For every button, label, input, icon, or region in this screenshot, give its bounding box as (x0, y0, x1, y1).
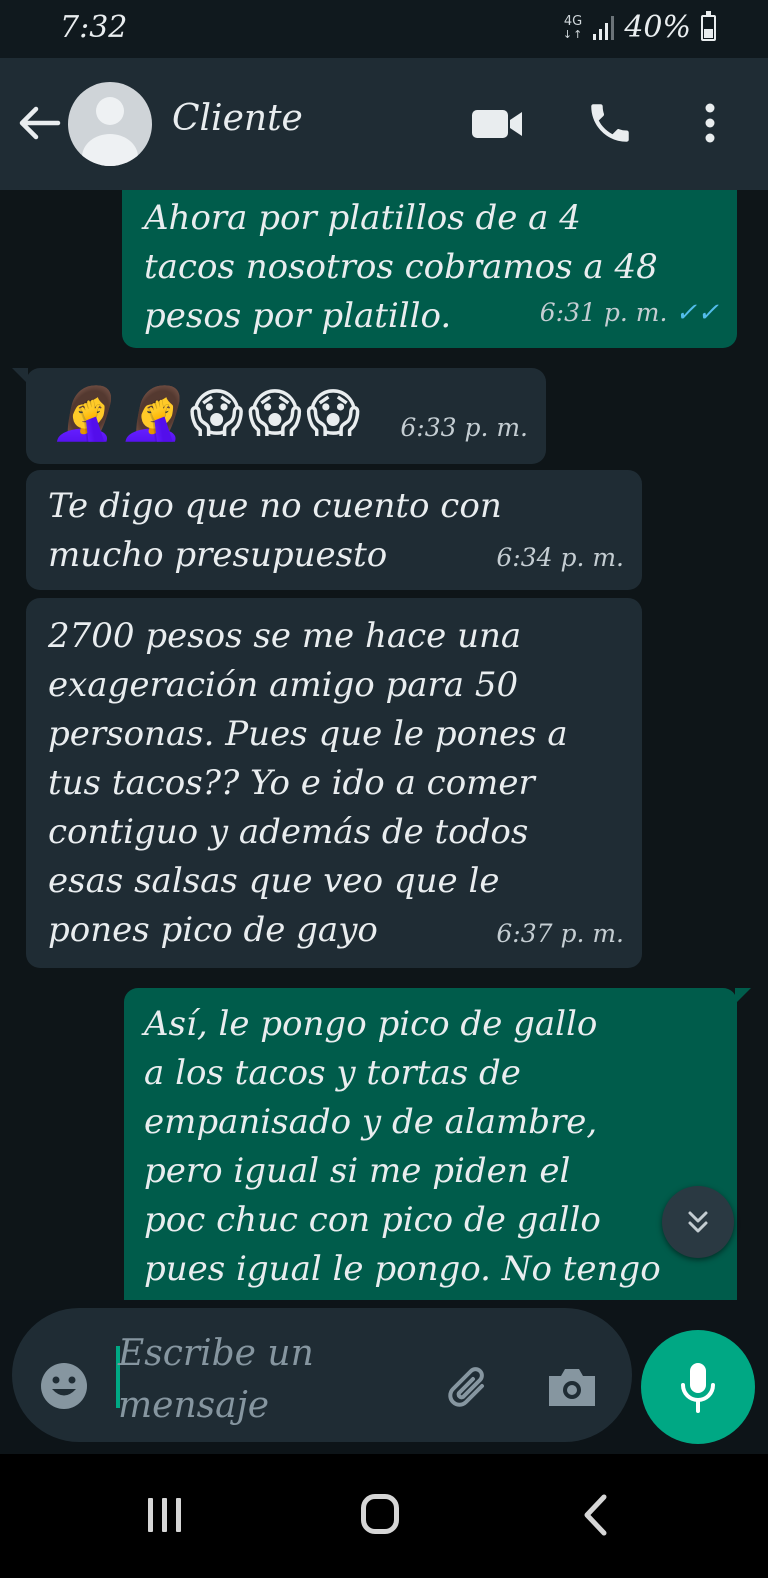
avatar-body-shape (82, 134, 138, 166)
message-text: Te digo que no cuento con mucho presupue… (48, 486, 502, 575)
voice-call-button[interactable] (585, 98, 635, 148)
message-text: 2700 pesos se me hace una exageración am… (48, 616, 568, 950)
composer-bar: Escribe un mensaje (0, 1300, 768, 1454)
camera-icon (549, 1369, 595, 1406)
voice-message-button[interactable] (641, 1330, 755, 1444)
double-chevron-down-icon (688, 1211, 708, 1233)
network-indicator: 4G ↓↑ (563, 15, 583, 41)
message-text: Así, le pongo pico de gallo a los tacos … (144, 1004, 661, 1289)
message-timestamp: 6:37 p. m. (496, 919, 624, 948)
paperclip-icon (448, 1367, 484, 1407)
battery-icon (701, 10, 716, 41)
back-button[interactable] (14, 98, 64, 148)
scroll-to-bottom-button[interactable] (662, 1186, 734, 1258)
network-type: 4G (563, 13, 583, 29)
emoji-button[interactable] (38, 1360, 90, 1412)
message-bubble-incoming[interactable]: Te digo que no cuento con mucho presupue… (26, 470, 642, 590)
attach-button[interactable] (442, 1360, 498, 1416)
emoji-smile-icon (41, 1363, 87, 1409)
message-timestamp: 6:34 p. m. (496, 543, 624, 572)
avatar-head-shape (96, 97, 124, 125)
message-input-container[interactable]: Escribe un mensaje (12, 1308, 632, 1442)
chevron-left-icon (584, 1494, 607, 1536)
message-input[interactable]: Escribe un mensaje (118, 1328, 368, 1432)
data-activity-icon: ↓↑ (562, 27, 584, 41)
emoji-scream: 😱 (305, 384, 361, 444)
battery-percent: 40% (624, 10, 691, 45)
arrow-left-icon (19, 106, 61, 140)
recents-icon-bar (148, 1498, 153, 1532)
camera-button[interactable] (545, 1364, 599, 1410)
recents-icon-bar (176, 1498, 181, 1532)
chat-area[interactable]: Ahora por platillos de a 4 tacos nosotro… (0, 190, 768, 1300)
bubble-tail (12, 368, 28, 384)
chat-header: Cliente (0, 58, 768, 190)
microphone-icon (681, 1363, 715, 1413)
message-bubble-outgoing[interactable]: Ahora por platillos de a 4 tacos nosotro… (122, 190, 737, 348)
message-time: 6:31 p. m. ✓✓ (540, 288, 719, 338)
message-bubble-outgoing[interactable]: Así, le pongo pico de gallo a los tacos … (124, 988, 751, 1300)
emoji-facepalm: 🤦‍♀️ (52, 384, 117, 444)
recents-icon-bar (162, 1498, 167, 1532)
battery-level-fill (704, 28, 713, 38)
system-back-button[interactable] (580, 1492, 610, 1538)
emoji-scream: 😱 (189, 384, 244, 444)
read-receipt-icon: ✓✓ (675, 298, 719, 328)
emoji-scream: 😱 (247, 384, 302, 444)
more-options-button[interactable] (692, 98, 728, 148)
system-navigation-bar (0, 1454, 768, 1578)
phone-icon (591, 104, 629, 142)
recents-button[interactable] (148, 1498, 181, 1532)
more-vertical-icon (705, 103, 715, 143)
avatar[interactable] (68, 82, 152, 166)
status-bar: 7:32 4G ↓↑ 40% (0, 0, 768, 58)
message-timestamp: 6:31 p. m. (539, 298, 668, 327)
contact-name[interactable]: Cliente (172, 98, 303, 139)
status-indicators: 4G ↓↑ 40% (563, 10, 716, 45)
emoji-message: 🤦‍♀️ 🤦‍♀️ 😱 😱 😱 (52, 382, 360, 446)
video-camera-icon (472, 110, 522, 138)
signal-strength-icon (593, 15, 615, 40)
message-timestamp: 6:33 p. m. (400, 413, 528, 442)
emoji-facepalm: 🤦‍♀️ (120, 384, 186, 444)
status-time: 7:32 (60, 10, 128, 45)
message-bubble-incoming[interactable]: 2700 pesos se me hace una exageración am… (26, 598, 642, 968)
video-call-button[interactable] (468, 102, 526, 146)
message-bubble-incoming[interactable]: 🤦‍♀️ 🤦‍♀️ 😱 😱 😱 6:33 p. m. (12, 368, 546, 464)
bubble-tail (735, 988, 751, 1004)
home-button[interactable] (361, 1494, 399, 1534)
